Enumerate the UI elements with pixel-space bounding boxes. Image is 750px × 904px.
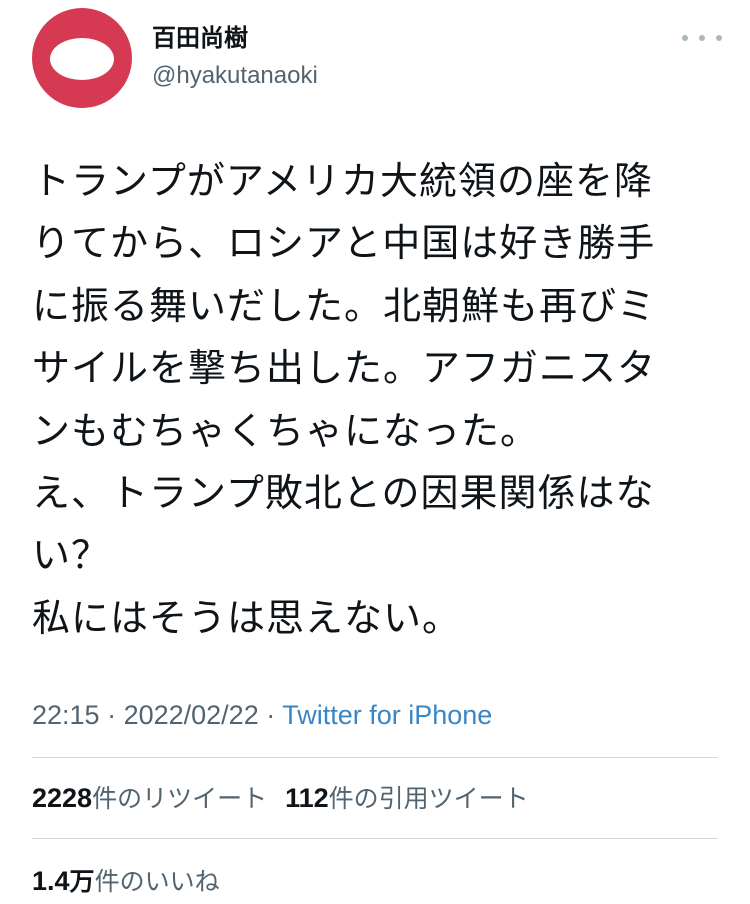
more-horizontal-icon: [682, 35, 688, 41]
tweet-source-link[interactable]: Twitter for iPhone: [282, 700, 492, 730]
likes-row: 1.4万件のいいね: [32, 864, 220, 899]
user-handle[interactable]: @hyakutanaoki: [152, 60, 318, 92]
likes-label: 件のいいね: [94, 867, 220, 896]
tweet-text-line: りてから、ロシアと中国は好き勝手: [32, 221, 656, 266]
avatar-image-shape: [50, 38, 114, 80]
quotes-count: 112: [285, 783, 329, 813]
tweet-text-line: い？: [32, 533, 111, 578]
divider: [32, 757, 718, 758]
display-name[interactable]: 百田尚樹: [152, 22, 248, 54]
likes-count-unit: 万: [69, 867, 95, 896]
stats-row: 2228件のリツイート 112件の引用ツイート: [32, 781, 529, 816]
likes-stat[interactable]: 1.4万件のいいね: [32, 866, 220, 896]
tweet-text: トランプがアメリカ大統領の座を降 りてから、ロシアと中国は好き勝手 に振る舞いだ…: [32, 150, 712, 649]
quotes-label: 件の引用ツイート: [328, 784, 529, 813]
tweet-text-line: 私にはそうは思えない。: [32, 595, 462, 640]
more-options-button[interactable]: [682, 26, 722, 50]
divider: [32, 838, 718, 839]
likes-count-number: 1.4: [32, 866, 70, 896]
tweet-text-line: サイルを撃ち出した。アフガニスタ: [32, 346, 657, 391]
meta-separator: ·: [99, 700, 124, 730]
retweets-label: 件のリツイート: [92, 784, 268, 813]
more-horizontal-icon: [699, 35, 705, 41]
meta-separator: ·: [258, 700, 283, 730]
tweet-text-line: に振る舞いだした。北朝鮮も再びミ: [32, 283, 657, 328]
tweet-text-line: トランプがアメリカ大統領の座を降: [32, 159, 653, 203]
tweet-text-line: ンもむちゃくちゃになった。: [32, 408, 540, 453]
retweets-stat[interactable]: 2228件のリツイート: [32, 783, 268, 813]
tweet-meta: 22:15 · 2022/02/22 · Twitter for iPhone: [32, 697, 492, 733]
tweet-text-line: え、トランプ敗北との因果関係はな: [32, 471, 655, 516]
more-horizontal-icon: [716, 35, 722, 41]
avatar[interactable]: [32, 8, 132, 108]
quote-tweets-stat[interactable]: 112件の引用ツイート: [285, 783, 529, 813]
tweet-time[interactable]: 22:15: [32, 700, 100, 730]
tweet-date[interactable]: 2022/02/22: [124, 700, 259, 730]
retweets-count: 2228: [32, 783, 93, 813]
